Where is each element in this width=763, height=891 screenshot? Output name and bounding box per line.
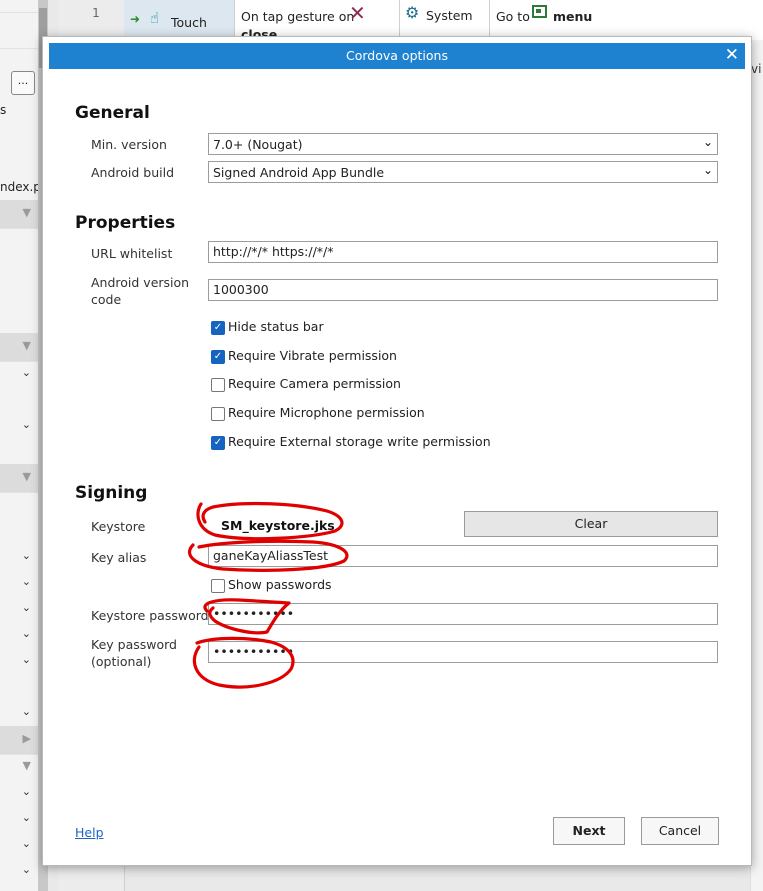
section-heading-general: General	[75, 103, 150, 123]
chevron-down-icon[interactable]: ▼	[23, 206, 31, 219]
checkbox-unchecked-icon[interactable]	[211, 579, 225, 593]
table-cell-trigger[interactable]: ➜ ☝ Touch	[124, 0, 235, 40]
touch-hand-icon: ☝	[150, 9, 160, 27]
table-cell-action[interactable]: Go to menu	[489, 0, 763, 40]
checkbox-checked-icon[interactable]: ✓	[211, 321, 225, 335]
close-x-icon: ✕	[349, 1, 366, 25]
browse-button[interactable]: ...	[11, 71, 35, 95]
chevron-down-icon[interactable]: ⌄	[22, 705, 31, 718]
left-panel: ... s ndex.p ▼ ▼ ⌄ ⌄ ▼ ⌄ ⌄ ⌄ ⌄ ⌄ ⌄ ▶ ▼ ⌄…	[0, 0, 41, 891]
next-button[interactable]: Next	[553, 817, 625, 845]
min-version-select[interactable]: 7.0+ (Nougat) ⌄	[208, 133, 718, 155]
gear-icon: ⚙	[405, 3, 420, 22]
key-alias-label: Key alias	[91, 550, 147, 565]
close-icon[interactable]: ✕	[725, 45, 739, 65]
section-heading-properties: Properties	[75, 213, 176, 233]
table-cell-condition[interactable]: On tap gesture on ✕ close	[234, 0, 400, 42]
on-tap-label: On tap gesture on	[241, 9, 355, 24]
url-whitelist-label: URL whitelist	[91, 246, 173, 261]
android-build-value: Signed Android App Bundle	[213, 165, 385, 180]
key-password-label: Key password (optional)	[91, 636, 177, 670]
checkbox-checked-icon[interactable]: ✓	[211, 350, 225, 364]
chevron-down-icon[interactable]: ⌄	[22, 627, 31, 640]
checkbox-label: Hide status bar	[228, 319, 324, 334]
touch-label: Touch	[171, 15, 207, 30]
chevron-down-icon[interactable]: ▼	[23, 759, 31, 772]
chevron-down-icon[interactable]: ⌄	[22, 837, 31, 850]
table-cell-object[interactable]: ⚙ System	[399, 0, 490, 40]
checkbox-label: Require Camera permission	[228, 376, 401, 391]
checkbox-label: Require Vibrate permission	[228, 348, 397, 363]
help-link[interactable]: Help	[75, 825, 104, 840]
min-version-value: 7.0+ (Nougat)	[213, 137, 303, 152]
chevron-right-icon[interactable]: ▶	[23, 732, 31, 745]
chevron-down-icon[interactable]: ⌄	[22, 549, 31, 562]
chevron-down-icon[interactable]: ⌄	[22, 785, 31, 798]
chevron-down-icon[interactable]: ⌄	[22, 863, 31, 876]
android-build-label: Android build	[91, 165, 175, 180]
chevron-down-icon[interactable]: ⌄	[22, 366, 31, 379]
chevron-down-icon[interactable]: ⌄	[22, 418, 31, 431]
checkbox-label: Require External storage write permissio…	[228, 434, 491, 449]
keystore-password-input[interactable]: •••••••••••	[208, 603, 718, 625]
goto-prefix: Go to	[496, 9, 530, 24]
keystore-label: Keystore	[91, 519, 146, 534]
key-alias-input[interactable]: ganeKayAliassTest	[208, 545, 718, 567]
keystore-filename: SM_keystore.jks	[221, 518, 335, 533]
checkbox-unchecked-icon[interactable]	[211, 407, 225, 421]
key-password-label-line2: (optional)	[91, 654, 152, 669]
chevron-down-icon[interactable]: ⌄	[22, 601, 31, 614]
checkbox-checked-icon[interactable]: ✓	[211, 436, 225, 450]
key-password-input[interactable]: •••••••••••	[208, 641, 718, 663]
min-version-label: Min. version	[91, 137, 167, 152]
key-password-label-line1: Key password	[91, 637, 177, 652]
layout-icon	[532, 5, 547, 18]
chevron-down-icon[interactable]: ⌄	[22, 811, 31, 824]
android-version-code-label-line2: code	[91, 292, 122, 307]
dialog-titlebar[interactable]: Cordova options ✕	[49, 43, 745, 69]
left-panel-text: s	[0, 103, 7, 117]
chevron-down-icon[interactable]: ⌄	[22, 575, 31, 588]
event-table-row[interactable]: ➜ ☝ Touch On tap gesture on ✕ close ⚙ Sy…	[124, 0, 763, 42]
checkbox-label: Show passwords	[228, 577, 332, 592]
chevron-down-icon[interactable]: ▼	[23, 470, 31, 483]
chevron-down-icon[interactable]: ▼	[23, 339, 31, 352]
keystore-password-label: Keystore password	[91, 608, 209, 623]
goto-target: menu	[553, 9, 593, 24]
system-label: System	[426, 8, 473, 23]
row-number: 1	[92, 6, 100, 20]
android-version-code-input[interactable]: 1000300	[208, 279, 718, 301]
android-version-code-label: Android version code	[91, 274, 189, 308]
android-build-select[interactable]: Signed Android App Bundle ⌄	[208, 161, 718, 183]
cordova-options-dialog: Cordova options ✕ General Min. version 7…	[42, 36, 752, 866]
checkbox-unchecked-icon[interactable]	[211, 378, 225, 392]
chevron-down-icon: ⌄	[702, 163, 713, 177]
arrow-right-icon: ➜	[130, 12, 141, 26]
android-version-code-label-line1: Android version	[91, 275, 190, 290]
checkbox-label: Require Microphone permission	[228, 405, 425, 420]
clear-button[interactable]: Clear	[464, 511, 718, 537]
right-panel-text: vi	[751, 62, 762, 76]
url-whitelist-input[interactable]: http://*/* https://*/*	[208, 241, 718, 263]
left-panel-text: ndex.p	[0, 180, 41, 194]
section-heading-signing: Signing	[75, 483, 148, 503]
dialog-title: Cordova options	[346, 48, 448, 63]
chevron-down-icon[interactable]: ⌄	[22, 653, 31, 666]
cancel-button[interactable]: Cancel	[641, 817, 719, 845]
chevron-down-icon: ⌄	[702, 135, 713, 149]
